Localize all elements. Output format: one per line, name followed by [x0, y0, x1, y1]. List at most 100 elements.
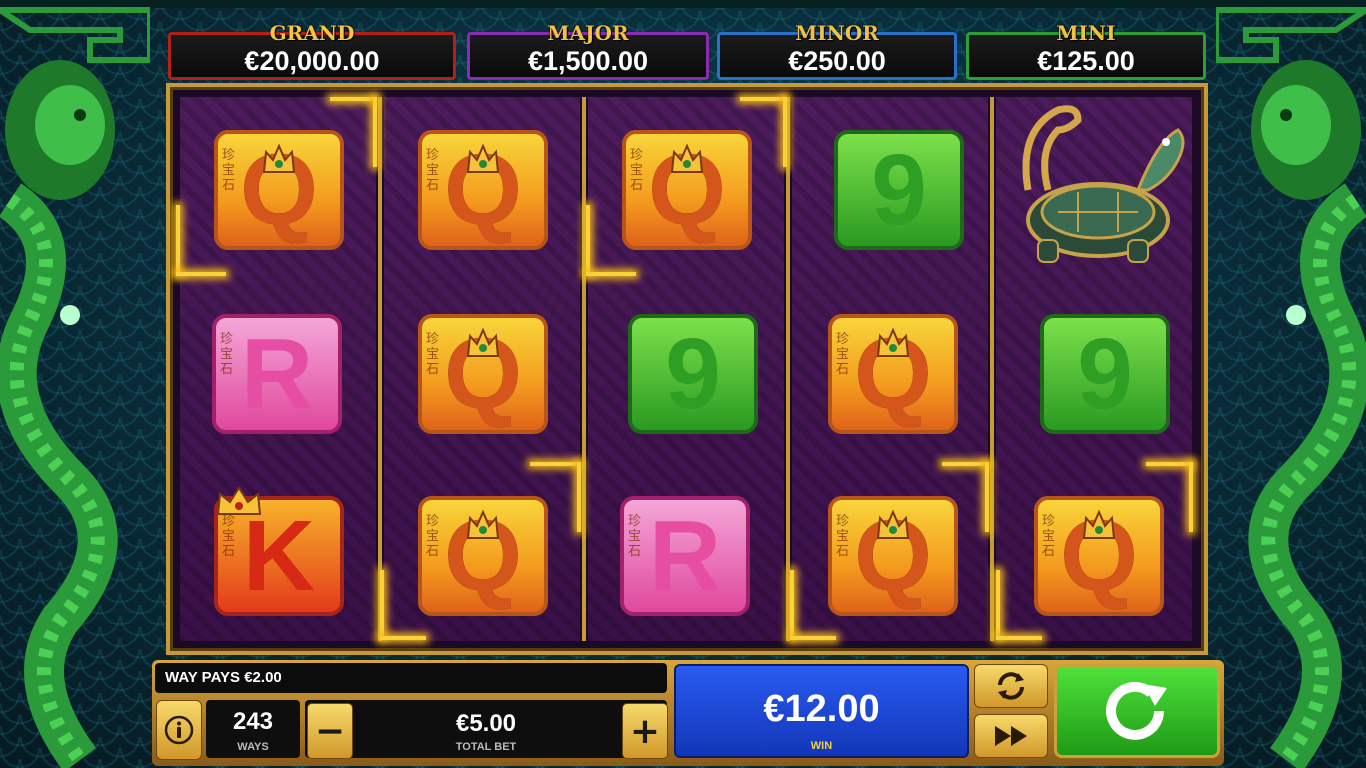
symbol-r: R 珍宝石 — [620, 496, 750, 616]
symbol-chinese-chars: 珍宝石 — [222, 514, 236, 559]
win-line-segment — [942, 462, 988, 466]
symbol-chinese-chars: 珍宝石 — [426, 148, 440, 193]
symbol-q: Q 珍宝石 — [828, 314, 958, 434]
symbol-chinese-chars: 珍宝石 — [222, 148, 236, 193]
symbol-q: Q 珍宝石 — [622, 130, 752, 250]
win-line-segment — [330, 97, 376, 101]
symbol-q: Q 珍宝石 — [418, 314, 548, 434]
symbol-q: Q 珍宝石 — [828, 496, 958, 616]
symbol-chinese-chars: 珍宝石 — [426, 514, 440, 559]
left-dragon-decoration — [0, 7, 150, 768]
symbol-chinese-chars: 珍宝石 — [426, 332, 440, 377]
win-label: WIN — [810, 740, 833, 752]
reel-separator — [582, 97, 586, 641]
win-value: €12.00 — [763, 688, 880, 730]
turtle-dragon-wild-icon — [1022, 105, 1185, 263]
total-bet-label: TOTAL BET — [455, 741, 517, 753]
symbol-number: 9 — [665, 318, 721, 430]
win-line-segment — [985, 462, 989, 532]
ways-label: WAYS — [237, 741, 269, 753]
jackpot-mini-value: €125.00 — [1037, 46, 1135, 76]
right-dragon-decoration — [1216, 6, 1366, 768]
minus-icon: − — [314, 710, 346, 752]
jackpot-minor-value: €250.00 — [788, 46, 886, 76]
symbol-nine: 9 — [1040, 314, 1170, 434]
crown-icon — [876, 510, 910, 539]
jackpot-major: MAJOR €1,500.00 — [467, 21, 709, 80]
jackpot-mini-label: MINI — [1056, 21, 1116, 45]
turbo-button[interactable] — [974, 714, 1048, 758]
win-line-segment — [176, 205, 180, 275]
status-message-bar: WAY PAYS €2.00 — [155, 663, 667, 693]
symbol-chinese-chars: 珍宝石 — [630, 148, 644, 193]
win-line-segment — [577, 462, 581, 532]
symbol-q: Q 珍宝石 — [1034, 496, 1164, 616]
crown-icon — [876, 328, 910, 357]
win-line-segment — [586, 205, 590, 275]
jackpot-grand-value: €20,000.00 — [244, 46, 380, 76]
win-line-segment — [373, 97, 377, 167]
win-line-segment — [586, 272, 636, 276]
jackpot-minor: MINOR €250.00 — [717, 21, 957, 80]
jackpot-grand-label: GRAND — [269, 21, 355, 45]
ways-display: 243 WAYS — [206, 700, 300, 758]
ways-value: 243 — [232, 708, 274, 735]
symbol-chinese-chars: 珍宝石 — [220, 332, 234, 377]
symbol-chinese-chars: 珍宝石 — [836, 332, 850, 377]
jackpot-major-value: €1,500.00 — [527, 46, 649, 76]
symbol-chinese-chars: 珍宝石 — [836, 514, 850, 559]
autoplay-button[interactable] — [974, 664, 1048, 708]
reel-separator — [378, 97, 382, 641]
win-line-segment — [790, 636, 836, 640]
info-button[interactable] — [156, 700, 202, 760]
win-display: €12.00 WIN — [674, 664, 969, 758]
crown-icon — [466, 144, 500, 173]
reel-separator — [990, 97, 994, 641]
symbol-r: R 珍宝石 — [212, 314, 342, 434]
total-bet-display: €5.00 TOTAL BET — [305, 700, 667, 758]
crown-icon — [466, 510, 500, 539]
jackpot-grand: GRAND €20,000.00 — [168, 21, 456, 80]
win-line-segment — [783, 97, 787, 167]
symbol-number: 9 — [1077, 318, 1133, 430]
win-line-segment — [790, 570, 794, 638]
autoplay-icon — [998, 672, 1024, 700]
jackpot-mini: MINI €125.00 — [966, 21, 1206, 80]
top-strip — [0, 0, 1366, 8]
symbol-q: Q 珍宝石 — [214, 130, 344, 250]
crown-icon — [670, 144, 704, 173]
win-line-segment — [996, 636, 1042, 640]
symbol-q: Q 珍宝石 — [418, 496, 548, 616]
symbol-nine: 9 — [834, 130, 964, 250]
crown-icon — [1082, 510, 1116, 539]
symbol-k: K 珍宝石 — [214, 486, 344, 616]
jackpot-minor-label: MINOR — [795, 21, 879, 45]
crown-icon — [262, 144, 296, 173]
win-line-segment — [530, 462, 580, 466]
increase-bet-button[interactable]: + — [622, 703, 668, 759]
symbol-nine: 9 — [628, 314, 758, 434]
win-line-segment — [176, 272, 226, 276]
decrease-bet-button[interactable]: − — [307, 703, 353, 759]
win-line-segment — [380, 636, 426, 640]
status-message: WAY PAYS €2.00 — [165, 669, 282, 686]
win-line-segment — [740, 97, 786, 101]
symbol-number: 9 — [871, 134, 927, 246]
win-line-segment — [996, 570, 1000, 638]
win-line-segment — [1146, 462, 1192, 466]
plus-icon: + — [629, 710, 661, 752]
spin-button[interactable] — [1054, 664, 1220, 758]
crown-icon — [466, 328, 500, 357]
win-line-segment — [1189, 462, 1193, 532]
symbol-chinese-chars: 珍宝石 — [1042, 514, 1056, 559]
fast-forward-icon — [995, 726, 1027, 746]
spin-icon — [1106, 681, 1167, 740]
total-bet-value: €5.00 — [455, 710, 517, 737]
symbol-chinese-chars: 珍宝石 — [628, 514, 642, 559]
info-icon — [164, 715, 194, 745]
symbol-q: Q 珍宝石 — [418, 130, 548, 250]
reel-separator — [786, 97, 790, 641]
crown-icon — [216, 486, 262, 515]
jackpot-major-label: MAJOR — [547, 21, 629, 45]
win-line-segment — [380, 570, 384, 638]
